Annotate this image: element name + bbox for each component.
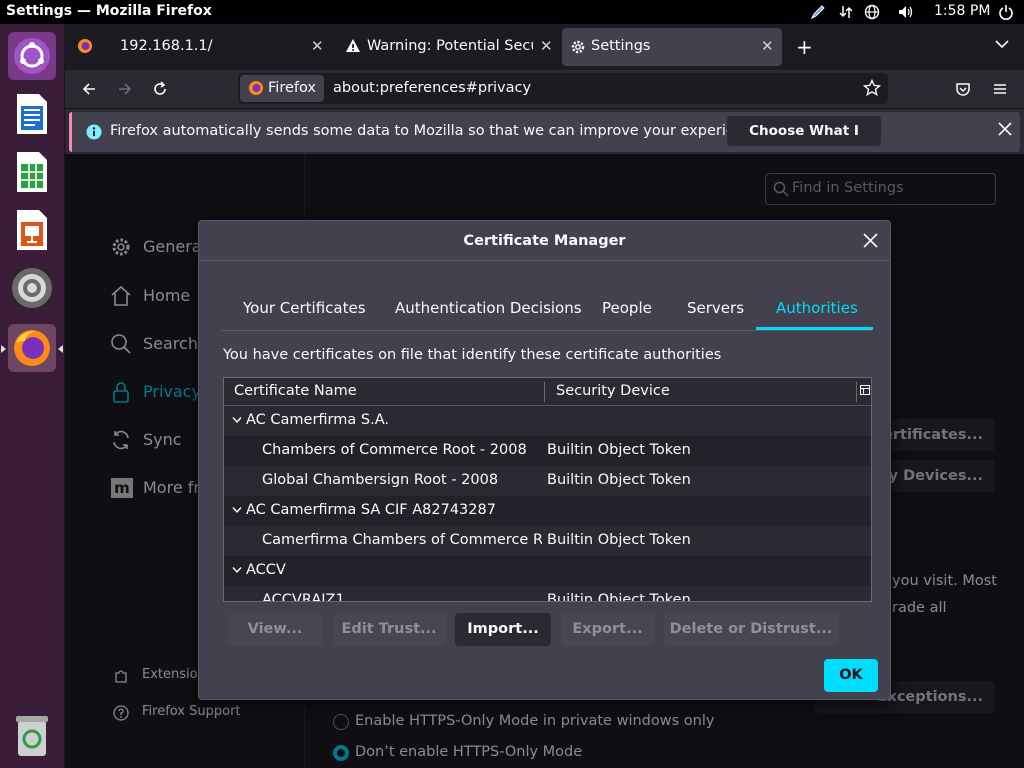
- url-bar[interactable]: Firefox about:preferences#privacy: [238, 73, 888, 104]
- bookmark-star-icon[interactable]: [863, 79, 881, 97]
- column-picker-icon[interactable]: [860, 385, 870, 395]
- firefox-favicon-icon: [77, 38, 93, 54]
- data-collection-notice: Firefox automatically sends some data to…: [65, 108, 1024, 169]
- security-device: Builtin Object Token: [547, 532, 691, 548]
- tab-settings[interactable]: Settings ✕: [562, 28, 782, 66]
- warning-icon: [345, 38, 361, 54]
- delete-or-distrust-button[interactable]: Delete or Distrust...: [664, 613, 838, 646]
- url-text[interactable]: about:preferences#privacy: [333, 80, 531, 96]
- libreoffice-writer-icon[interactable]: [8, 90, 56, 138]
- tab-close-icon[interactable]: ✕: [540, 37, 553, 55]
- tree-row-group[interactable]: AC Camerfirma S.A.: [224, 406, 871, 436]
- active-tab-indicator: [756, 327, 873, 330]
- tab-your-certificates[interactable]: Your Certificates: [243, 299, 366, 317]
- dock: [0, 24, 65, 768]
- chevron-down-icon[interactable]: [232, 416, 242, 424]
- libreoffice-impress-icon[interactable]: [8, 206, 56, 254]
- running-indicator: [1, 345, 6, 353]
- tab-label: Settings: [591, 38, 651, 54]
- gear-icon: [570, 39, 586, 55]
- identity-label: Firefox: [268, 80, 316, 96]
- tree-row[interactable]: Camerfirma Chambers of Commerce R... Bui…: [224, 526, 871, 556]
- tab-divider: [221, 330, 872, 331]
- forward-icon[interactable]: [117, 81, 133, 97]
- certificate-name: Camerfirma Chambers of Commerce R...: [262, 532, 542, 548]
- tab-close-icon[interactable]: ✕: [761, 37, 774, 55]
- tab-authentication-decisions[interactable]: Authentication Decisions: [395, 299, 582, 317]
- choose-what-i-share-button[interactable]: Choose What I Share: [727, 116, 881, 169]
- trash-icon[interactable]: [8, 712, 56, 760]
- column-separator: [856, 382, 857, 402]
- security-device: Builtin Object Token: [547, 592, 691, 602]
- certificate-name: AC Camerfirma S.A.: [246, 412, 389, 428]
- tab-close-icon[interactable]: ✕: [311, 37, 324, 55]
- column-separator[interactable]: [544, 382, 545, 402]
- tree-header: Certificate Name Security Device: [224, 378, 871, 406]
- power-icon[interactable]: [998, 4, 1014, 20]
- tab-warning[interactable]: Warning: Potential Securi ✕: [335, 24, 561, 70]
- pen-icon[interactable]: [810, 4, 826, 20]
- certificate-manager-dialog: Certificate Manager Your Certificates Au…: [198, 220, 891, 700]
- system-top-bar: Settings — Mozilla Firefox 1:58 PM: [0, 0, 1024, 24]
- certificate-name: ACCV: [246, 562, 286, 578]
- tab-label: 192.168.1.1/: [120, 38, 213, 54]
- dialog-header: Certificate Manager: [199, 221, 890, 261]
- tree-row-group[interactable]: AC Camerfirma SA CIF A82743287: [224, 496, 871, 526]
- firefox-icon[interactable]: [8, 324, 56, 372]
- tree-row-group[interactable]: ACCV: [224, 556, 871, 586]
- view-button[interactable]: View...: [228, 613, 322, 646]
- volume-icon[interactable]: [897, 4, 915, 20]
- import-button[interactable]: Import...: [455, 613, 551, 646]
- security-device: Builtin Object Token: [547, 442, 691, 458]
- menu-icon[interactable]: [992, 81, 1008, 97]
- notice-text: Firefox automatically sends some data to…: [110, 123, 766, 139]
- chevron-down-icon[interactable]: [232, 566, 242, 574]
- tab-strip: 192.168.1.1/ ✕ Warning: Potential Securi…: [65, 24, 1024, 70]
- certificate-name: Chambers of Commerce Root - 2008: [262, 442, 527, 458]
- identity-box[interactable]: Firefox: [240, 75, 324, 102]
- edit-trust-button[interactable]: Edit Trust...: [333, 613, 445, 646]
- libreoffice-calc-icon[interactable]: [8, 148, 56, 196]
- close-icon[interactable]: [863, 233, 878, 248]
- active-indicator: [58, 345, 63, 353]
- tree-row[interactable]: ACCVRAIZ1 Builtin Object Token: [224, 586, 871, 602]
- tab-servers[interactable]: Servers: [687, 299, 744, 317]
- clock[interactable]: 1:58 PM: [934, 3, 990, 19]
- settings-icon[interactable]: [8, 264, 56, 312]
- certificate-name: ACCVRAIZ1: [262, 592, 345, 602]
- back-icon[interactable]: [81, 81, 97, 97]
- tab-label: Warning: Potential Securi: [367, 38, 533, 54]
- close-icon[interactable]: [997, 121, 1013, 137]
- ok-button[interactable]: OK: [824, 659, 878, 692]
- certificate-name: AC Camerfirma SA CIF A82743287: [246, 502, 496, 518]
- tree-row[interactable]: Global Chambersign Root - 2008 Builtin O…: [224, 466, 871, 496]
- authorities-description: You have certificates on file that ident…: [223, 347, 722, 363]
- tab-router[interactable]: 192.168.1.1/ ✕: [65, 24, 333, 70]
- network-icon[interactable]: [838, 4, 854, 20]
- firefox-identity-icon: [248, 80, 264, 96]
- tab-list-chevron-icon[interactable]: [995, 39, 1009, 49]
- pocket-icon[interactable]: [955, 81, 971, 97]
- tree-row[interactable]: Chambers of Commerce Root - 2008 Builtin…: [224, 436, 871, 466]
- column-header-security-device[interactable]: Security Device: [556, 383, 670, 399]
- tab-people[interactable]: People: [602, 299, 652, 317]
- ubuntu-software-icon[interactable]: [8, 32, 56, 80]
- globe-icon[interactable]: [864, 4, 880, 20]
- chevron-down-icon[interactable]: [232, 506, 242, 514]
- certificate-name: Global Chambersign Root - 2008: [262, 472, 499, 488]
- info-icon: [86, 124, 102, 140]
- export-button[interactable]: Export...: [561, 613, 654, 646]
- certificate-tree[interactable]: Certificate Name Security Device AC Came…: [223, 377, 872, 602]
- window-title: Settings — Mozilla Firefox: [6, 3, 212, 19]
- dialog-title: Certificate Manager: [463, 233, 626, 249]
- security-device: Builtin Object Token: [547, 472, 691, 488]
- tab-authorities[interactable]: Authorities: [776, 299, 858, 317]
- column-header-certificate-name[interactable]: Certificate Name: [234, 383, 357, 399]
- reload-icon[interactable]: [152, 81, 168, 97]
- new-tab-icon[interactable]: +: [796, 35, 813, 59]
